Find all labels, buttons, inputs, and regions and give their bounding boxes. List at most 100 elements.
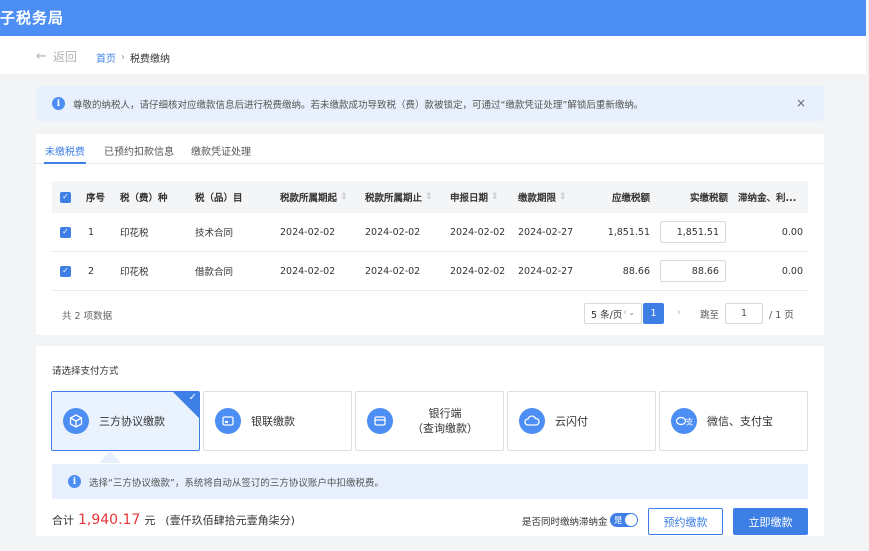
jump-label: 跳至 xyxy=(700,309,720,321)
payment-card: 请选择支付方式 三方协议缴款 ✓ 银联缴款 银行端 （查询缴款） 云闪付 支 微… xyxy=(36,346,824,536)
wechat-alipay-icon: 支 xyxy=(671,408,697,434)
header-period-start[interactable]: 税款所属期起 ⇕ xyxy=(280,181,348,213)
table-row: ✓ 2 印花税 借款合同 2024-02-02 2024-02-02 2024-… xyxy=(52,252,808,291)
tax-table-card: ✓ 序号 税（费）种 税（品）目 税款所属期起 ⇕ 税款所属期止 ⇕ 申报日期 ⇕ 缴… xyxy=(36,164,824,335)
cube-icon xyxy=(63,408,89,434)
tab-voucher-processing[interactable]: 缴款凭证处理 xyxy=(191,143,251,158)
next-page-button[interactable]: › xyxy=(677,307,681,318)
header-declare-date[interactable]: 申报日期 ⇕ xyxy=(450,181,499,213)
cell-deadline: 2024-02-27 xyxy=(518,265,574,277)
total-in-words: (壹仟玖佰肆拾元壹角柒分) xyxy=(165,514,295,527)
cell-period-end: 2024-02-02 xyxy=(365,226,421,238)
payment-notice: i 选择“三方协议缴款”，系统将自动从签订的三方协议账户中扣缴税费。 xyxy=(52,464,808,499)
late-fee-toggle-label: 是否同时缴纳滞纳金 xyxy=(522,517,608,528)
cell-period-end: 2024-02-02 xyxy=(365,265,421,277)
cell-tax-item: 借款合同 xyxy=(195,267,234,278)
svg-text:支: 支 xyxy=(686,417,694,427)
actual-amount-input[interactable]: 1,851.51 xyxy=(660,221,726,243)
total-unit: 元 xyxy=(144,514,156,527)
cell-late-fee: 0.00 xyxy=(781,226,803,238)
page-jump: 跳至 1 / 1 页 xyxy=(700,303,794,324)
sort-icon: ⇕ xyxy=(559,192,567,202)
selection-pointer xyxy=(99,451,121,463)
pay-method-unionpay[interactable]: 银联缴款 xyxy=(203,391,352,451)
toggle-knob xyxy=(625,514,637,526)
app-title: 子税务局 xyxy=(0,9,65,27)
pay-method-tripartite[interactable]: 三方协议缴款 ✓ xyxy=(51,391,200,451)
page-size-select[interactable]: 5 条/页 ⌄ xyxy=(584,303,642,324)
back-button[interactable]: ← 返回 xyxy=(36,48,77,65)
pager-total: 共 2 项数据 xyxy=(62,311,113,322)
pay-method-label: 微信、支付宝 xyxy=(707,415,773,428)
pay-method-label: 云闪付 xyxy=(555,415,588,428)
payment-heading: 请选择支付方式 xyxy=(52,366,119,377)
payment-notice-text: 选择“三方协议缴款”，系统将自动从签订的三方协议账户中扣缴税费。 xyxy=(89,477,384,489)
top-header-bar: 子税务局 xyxy=(0,0,866,36)
total-pages: / 1 页 xyxy=(769,309,794,321)
header-deadline-label: 缴款期限 xyxy=(518,193,557,204)
tab-bar: 未缴税费 已预约扣款信息 缴款凭证处理 xyxy=(36,134,824,164)
actual-amount-input[interactable]: 88.66 xyxy=(660,260,726,282)
page-1-button[interactable]: 1 xyxy=(643,303,664,324)
prev-page-button[interactable]: ‹ xyxy=(623,307,627,318)
cell-due: 1,851.51 xyxy=(607,226,650,238)
header-period-end[interactable]: 税款所属期止 ⇕ xyxy=(365,181,433,213)
pay-now-button[interactable]: 立即缴款 xyxy=(733,508,808,535)
table-header-row: ✓ 序号 税（费）种 税（品）目 税款所属期起 ⇕ 税款所属期止 ⇕ 申报日期 ⇕ 缴… xyxy=(52,181,808,213)
pay-method-label-line2: （查询缴款） xyxy=(412,422,478,435)
sort-icon: ⇕ xyxy=(425,192,433,202)
check-icon: ✓ xyxy=(188,392,197,403)
breadcrumb-separator: › xyxy=(121,52,125,63)
info-icon: i xyxy=(68,475,81,488)
row-checkbox[interactable]: ✓ xyxy=(60,265,71,277)
total-amount: 1,940.17 xyxy=(78,512,141,528)
cell-period-start: 2024-02-02 xyxy=(280,226,336,238)
cell-due: 88.66 xyxy=(622,265,650,277)
row-checkbox[interactable]: ✓ xyxy=(60,226,71,238)
sort-icon: ⇕ xyxy=(491,192,499,202)
cell-tax-type: 印花税 xyxy=(120,267,149,278)
cell-late-fee: 0.00 xyxy=(781,265,803,277)
header-actual: 实缴税额 xyxy=(689,193,728,204)
cell-period-start: 2024-02-02 xyxy=(280,265,336,277)
toggle-text: 是 xyxy=(614,516,623,526)
header-seq: 序号 xyxy=(86,193,106,204)
tab-unpaid[interactable]: 未缴税费 xyxy=(45,143,85,158)
page-size-value: 5 条/页 xyxy=(591,309,623,321)
info-icon: i xyxy=(52,97,65,110)
header-period-end-label: 税款所属期止 xyxy=(365,193,423,204)
breadcrumb-current: 税费缴纳 xyxy=(130,54,170,65)
header-due: 应缴税额 xyxy=(611,193,650,204)
tab-scheduled-deduction[interactable]: 已预约扣款信息 xyxy=(104,143,174,158)
table-row: ✓ 1 印花税 技术合同 2024-02-02 2024-02-02 2024-… xyxy=(52,213,808,252)
breadcrumb-home-link[interactable]: 首页 xyxy=(96,50,116,65)
close-icon[interactable]: × xyxy=(796,96,806,110)
pay-method-label: 三方协议缴款 xyxy=(99,415,165,428)
pay-method-label-line1: 银行端 xyxy=(428,407,462,420)
cloud-icon xyxy=(519,408,545,434)
header-declare-date-label: 申报日期 xyxy=(450,193,489,204)
select-all-checkbox[interactable]: ✓ xyxy=(60,191,71,203)
cell-declare-date: 2024-02-02 xyxy=(450,226,506,238)
total-label: 合计 xyxy=(52,514,74,527)
cell-seq: 1 xyxy=(88,226,95,238)
header-late-fee: 滞纳金、利... xyxy=(738,193,797,204)
card-icon xyxy=(215,408,241,434)
pay-method-bank[interactable]: 银行端 （查询缴款） xyxy=(355,391,504,451)
header-deadline[interactable]: 缴款期限 ⇕ xyxy=(518,181,567,213)
total-amount-block: 合计 1,940.17 元 (壹仟玖佰肆拾元壹角柒分) xyxy=(52,512,295,528)
arrow-left-icon: ← xyxy=(36,49,47,64)
info-notice: i 尊敬的纳税人，请仔细核对应缴款信息后进行税费缴纳。若未缴款成功导致税（费）款… xyxy=(36,86,824,121)
cell-seq: 2 xyxy=(88,265,95,277)
late-fee-toggle[interactable]: 是 xyxy=(610,513,638,527)
jump-page-input[interactable]: 1 xyxy=(725,303,764,324)
breadcrumb-bar: ← 返回 首页 › 税费缴纳 xyxy=(0,36,866,74)
pay-method-cloud[interactable]: 云闪付 xyxy=(507,391,656,451)
tax-table: ✓ 序号 税（费）种 税（品）目 税款所属期起 ⇕ 税款所属期止 ⇕ 申报日期 ⇕ 缴… xyxy=(52,181,808,291)
pay-method-label: 银联缴款 xyxy=(251,415,295,428)
cell-deadline: 2024-02-27 xyxy=(518,226,574,238)
pay-method-wechat-alipay[interactable]: 支 微信、支付宝 xyxy=(659,391,808,451)
book-payment-button[interactable]: 预约缴款 xyxy=(648,508,723,535)
breadcrumb: 首页 › 税费缴纳 xyxy=(96,50,170,65)
header-tax-type: 税（费）种 xyxy=(120,193,168,204)
